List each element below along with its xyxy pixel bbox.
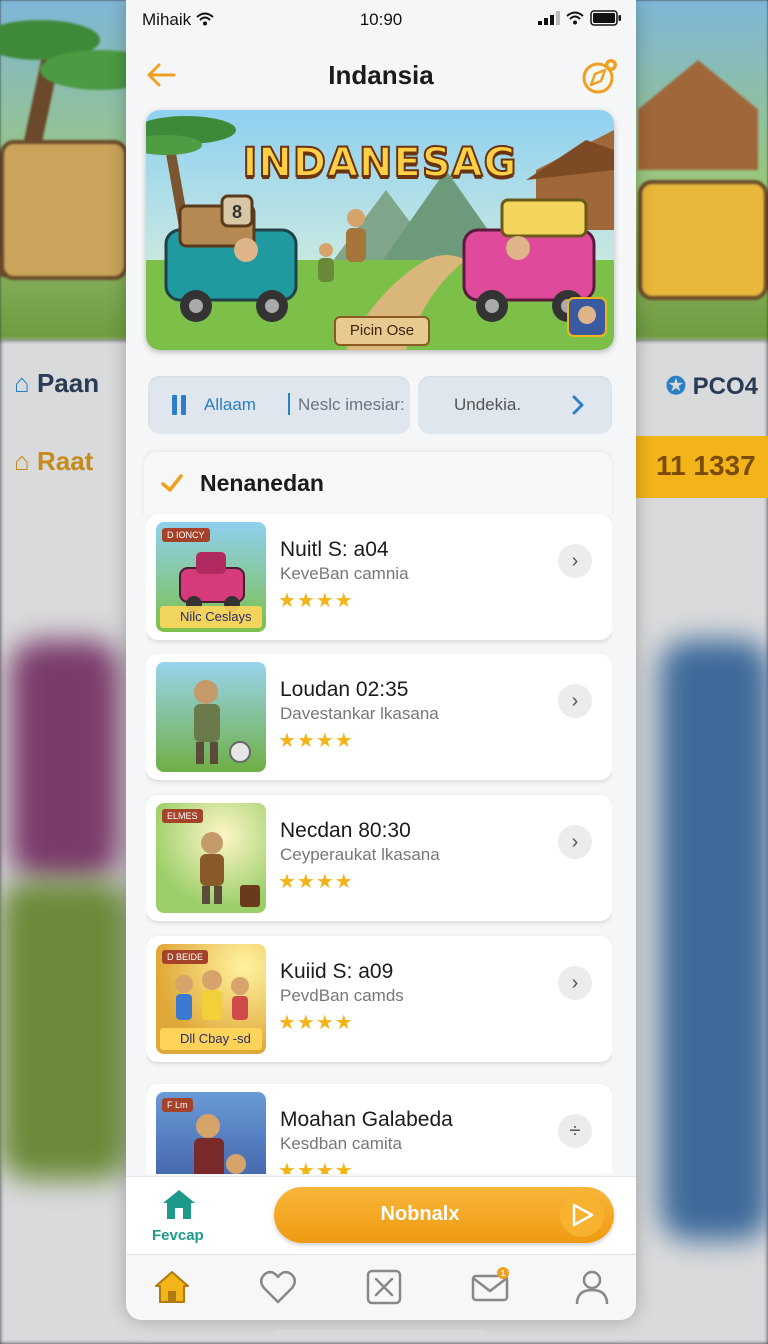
chevron-right-icon bbox=[572, 395, 584, 415]
game-thumbnail: D BEIDE Dll Cbay -sd bbox=[156, 944, 266, 1054]
game-title: Moahan Galabeda bbox=[280, 1108, 453, 1131]
chevron-right-icon[interactable]: › bbox=[558, 544, 592, 578]
home-indicator[interactable] bbox=[276, 1330, 484, 1337]
mail-badge: 1 bbox=[501, 1269, 506, 1278]
check-icon bbox=[161, 474, 183, 492]
background-row-label: ⌂ Paan bbox=[14, 368, 100, 398]
heart-icon[interactable] bbox=[258, 1267, 298, 1307]
background-house bbox=[638, 60, 758, 170]
background-row-label: ⌂ Raat bbox=[14, 446, 94, 476]
mail-icon[interactable]: 1 bbox=[470, 1267, 510, 1307]
background-blur bbox=[10, 640, 120, 880]
game-card[interactable]: ELMES Necdan 80:30 Ceyperaukat lkasana ★… bbox=[146, 795, 612, 921]
game-title: Kuiid S: a09 bbox=[280, 960, 394, 983]
more-segment[interactable]: Undekia. bbox=[418, 376, 612, 434]
close-box-icon[interactable] bbox=[364, 1267, 404, 1307]
background-truck bbox=[0, 140, 128, 280]
game-thumbnail: F Lm bbox=[156, 1092, 266, 1174]
star-rating: ★★★★ bbox=[278, 1012, 354, 1034]
svg-text:8: 8 bbox=[232, 202, 242, 222]
chevron-right-icon[interactable]: › bbox=[558, 684, 592, 718]
pause-icon[interactable] bbox=[172, 395, 186, 415]
warrior-artwork bbox=[194, 680, 251, 764]
primary-action-label: Nobnalx bbox=[380, 1203, 460, 1225]
game-title: Necdan 80:30 bbox=[280, 819, 411, 842]
section-title: Nenanedan bbox=[200, 470, 324, 496]
game-thumbnail: D IONCY Nilc Ceslays bbox=[156, 522, 266, 632]
segment-divider bbox=[288, 393, 290, 415]
game-subtitle: KeveBan camnia bbox=[280, 564, 409, 583]
thumbnail-tag: D BEIDE bbox=[162, 950, 209, 964]
game-thumbnail bbox=[156, 662, 266, 772]
playback-segment[interactable]: Allaam Neslc imesiar: bbox=[148, 376, 410, 434]
star-rating: ★★★★ bbox=[278, 1160, 354, 1174]
home-icon[interactable] bbox=[152, 1267, 192, 1307]
action-bar: Fevcap Nobnalx bbox=[126, 1176, 636, 1254]
signal-icon bbox=[538, 11, 560, 25]
send-icon bbox=[560, 1193, 604, 1237]
thumbnail-caption: Dll Cbay -sd bbox=[160, 1028, 262, 1050]
page-title: Indansia bbox=[328, 60, 434, 90]
background-truck bbox=[638, 180, 768, 300]
segment-label-secondary: Neslc imesiar: bbox=[298, 395, 405, 414]
thumbnail-tag: F Lm bbox=[162, 1098, 193, 1112]
star-rating: ★★★★ bbox=[278, 871, 354, 893]
game-card[interactable]: D IONCY Nilc Ceslays Nuitl S: a04 KeveBa… bbox=[146, 514, 612, 640]
game-card[interactable]: D BEIDE Dll Cbay -sd Kuiid S: a09 PevdBa… bbox=[146, 936, 612, 1062]
primary-action-button[interactable]: Nobnalx bbox=[274, 1187, 614, 1243]
home-label[interactable]: Fevcap bbox=[152, 1227, 204, 1244]
status-bar: Mihaik 10:90 bbox=[126, 0, 636, 40]
banner-badge[interactable]: Picin Ose bbox=[334, 316, 430, 346]
game-thumbnail: ELMES bbox=[156, 803, 266, 913]
featured-banner[interactable]: 8 INDANESAG Picin Ose bbox=[146, 110, 614, 350]
background-value: 11 1337 bbox=[634, 436, 768, 498]
tab-bar: 1 bbox=[126, 1254, 636, 1320]
background-row-label: ✪ PCO4 bbox=[665, 373, 758, 400]
more-icon[interactable]: ÷ bbox=[558, 1114, 592, 1148]
chevron-right-icon[interactable]: › bbox=[558, 966, 592, 1000]
segment-label-primary: Allaam bbox=[204, 395, 256, 414]
game-title: Loudan 02:35 bbox=[280, 678, 409, 701]
wifi-icon bbox=[566, 11, 584, 25]
profile-icon[interactable] bbox=[572, 1267, 612, 1307]
chevron-right-icon[interactable]: › bbox=[558, 825, 592, 859]
star-rating: ★★★★ bbox=[278, 730, 354, 752]
navigation-bar: Indansia bbox=[126, 46, 636, 102]
phone-screen: Mihaik 10:90 Indansia 8 INDANESAG Picin … bbox=[126, 0, 636, 1320]
game-card[interactable]: F Lm Moahan Galabeda Kesdban camita ★★★★… bbox=[146, 1084, 612, 1174]
home-icon[interactable] bbox=[160, 1187, 198, 1221]
game-subtitle: Davestankar lkasana bbox=[280, 704, 439, 723]
game-subtitle: Ceyperaukat lkasana bbox=[280, 845, 440, 864]
star-rating: ★★★★ bbox=[278, 590, 354, 612]
status-icons bbox=[538, 10, 622, 26]
game-card[interactable]: Loudan 02:35 Davestankar lkasana ★★★★ › bbox=[146, 654, 612, 780]
compass-icon[interactable] bbox=[580, 56, 620, 96]
game-subtitle: PevdBan camds bbox=[280, 986, 404, 1005]
battery-icon bbox=[590, 10, 621, 26]
section-header[interactable]: Nenanedan bbox=[144, 452, 612, 516]
game-title: Nuitl S: a04 bbox=[280, 538, 389, 561]
banner-title: INDANESAG bbox=[242, 139, 518, 187]
thumbnail-tag: D IONCY bbox=[162, 528, 210, 542]
game-subtitle: Kesdban camita bbox=[280, 1134, 402, 1153]
thumbnail-tag: ELMES bbox=[162, 809, 203, 823]
game-list[interactable]: D IONCY Nilc Ceslays Nuitl S: a04 KeveBa… bbox=[146, 514, 612, 1174]
thumbnail-caption: Nilc Ceslays bbox=[160, 606, 262, 628]
background-blur bbox=[660, 640, 768, 1240]
background-blur bbox=[0, 880, 130, 1180]
segment-label-more: Undekia. bbox=[454, 395, 522, 414]
